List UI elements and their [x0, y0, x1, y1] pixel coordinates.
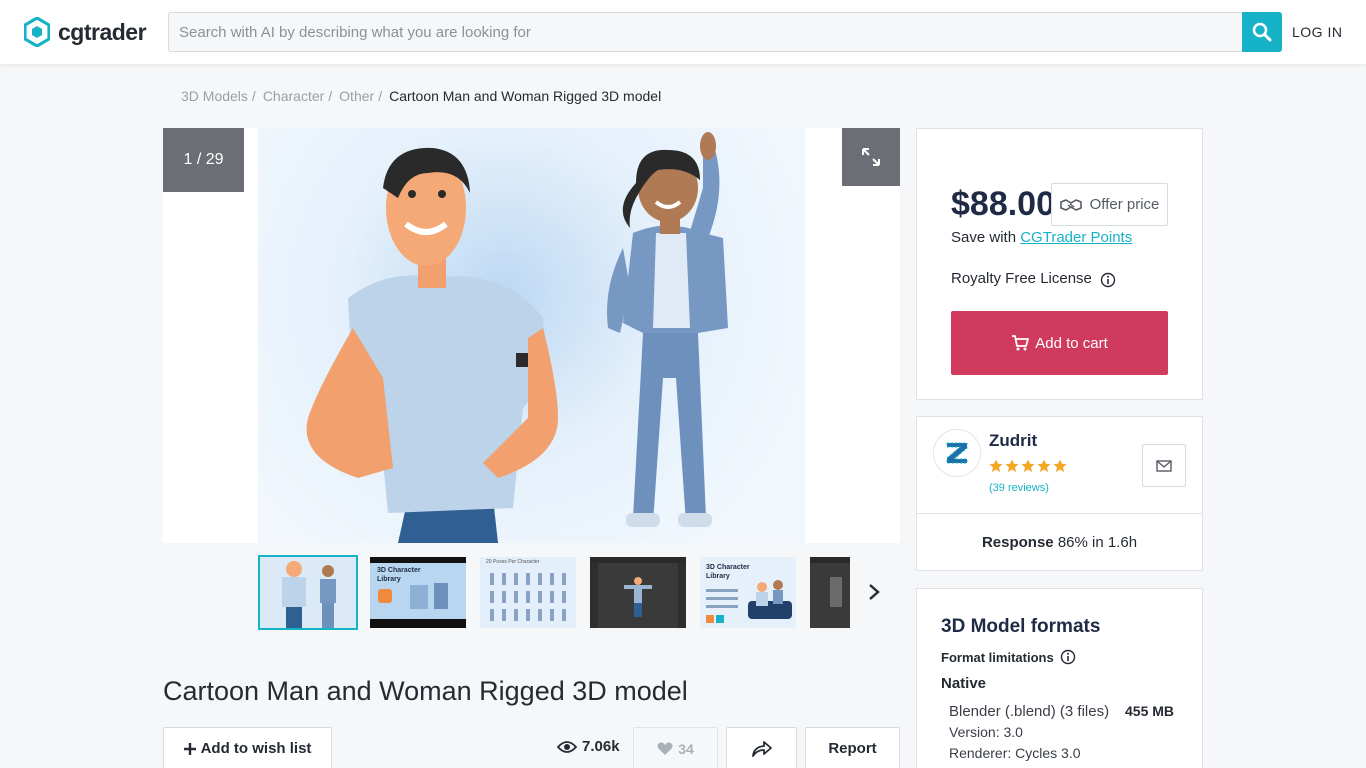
price-card: $88.00 Offer price Save with CGTrader Po… — [916, 128, 1203, 400]
thumbnail-image — [480, 557, 576, 628]
thumbnail-3[interactable]: 20 Poses Per Character — [480, 557, 576, 628]
thumbnail-next-button[interactable] — [862, 580, 886, 604]
thumbnail-image — [590, 557, 686, 628]
format-renderer: Renderer: Cycles 3.0 — [949, 745, 1081, 761]
info-icon[interactable] — [1100, 272, 1116, 288]
thumbnail-1[interactable] — [258, 555, 358, 630]
add-to-wishlist-button[interactable]: Add to wish list — [163, 727, 332, 768]
license-label: Royalty Free License — [951, 270, 1092, 287]
search-button[interactable] — [1242, 12, 1282, 52]
breadcrumb-separator: / — [378, 88, 383, 104]
cart-icon — [1012, 335, 1030, 351]
offer-price-label: Offer price — [1089, 196, 1160, 213]
cgtrader-points-link[interactable]: CGTrader Points — [1020, 229, 1132, 246]
plus-icon — [183, 742, 196, 755]
save-prefix: Save with — [951, 229, 1017, 246]
logo-text: cgtrader — [58, 18, 147, 45]
view-count: 7.06k — [557, 738, 620, 755]
eye-icon — [557, 740, 577, 753]
add-to-cart-button[interactable]: Add to cart — [951, 311, 1168, 375]
info-icon[interactable] — [1060, 649, 1076, 665]
format-file-size: 455 MB — [1125, 703, 1175, 719]
breadcrumb-3d-models[interactable]: 3D Models — [181, 88, 248, 104]
response-label: Response — [981, 534, 1054, 551]
format-limitations-label: Format limitations — [941, 649, 1054, 665]
offer-price-button[interactable]: Offer price — [1051, 183, 1168, 226]
search-icon — [1252, 22, 1272, 42]
seller-name[interactable]: Zudrit — [989, 431, 1037, 451]
man-figure — [306, 147, 558, 543]
fullscreen-button[interactable] — [842, 128, 900, 186]
cgtrader-logo-icon — [24, 17, 50, 47]
site-header: cgtrader LOG IN — [0, 0, 1366, 64]
native-formats-heading: Native — [941, 675, 987, 692]
cartoon-characters-image — [306, 132, 728, 543]
expand-icon — [862, 148, 880, 166]
heart-icon — [657, 742, 673, 755]
star-icon — [1037, 459, 1051, 472]
share-button[interactable] — [726, 727, 797, 768]
main-product-image[interactable] — [258, 128, 805, 543]
share-icon — [751, 740, 772, 757]
format-version: Version: 3.0 — [949, 724, 1023, 740]
breadcrumb-current: Cartoon Man and Woman Rigged 3D model — [389, 88, 662, 104]
format-limitations: Format limitations — [941, 649, 1076, 665]
views-value: 7.06k — [582, 738, 620, 755]
breadcrumb: 3D Models / Character / Other / Cartoon … — [181, 88, 661, 104]
thumbnail-caption: 3D Character Library — [706, 564, 750, 580]
logo[interactable]: cgtrader — [24, 17, 147, 47]
star-icon — [1021, 459, 1035, 472]
search-input[interactable] — [168, 12, 1243, 52]
add-to-cart-label: Add to cart — [1035, 334, 1108, 352]
product-title: Cartoon Man and Woman Rigged 3D model — [163, 676, 688, 706]
thumbnail-caption: 3D Character Library — [377, 567, 421, 583]
response-rate: Response 86% in 1.6h — [917, 534, 1202, 551]
response-value: 86% in 1.6h — [1057, 534, 1138, 551]
message-seller-button[interactable] — [1142, 444, 1186, 487]
thumbnail-strip: 3D Character Library 20 Poses Per Charac… — [258, 555, 850, 630]
formats-title: 3D Model formats — [941, 616, 1101, 637]
chevron-right-icon — [869, 584, 880, 600]
seller-card: Zudrit (39 reviews) Response 86% in 1.6h — [916, 416, 1203, 571]
login-link[interactable]: LOG IN — [1292, 24, 1342, 40]
handshake-icon — [1059, 198, 1082, 211]
save-with-points: Save with CGTrader Points — [951, 229, 1132, 246]
thumbnail-caption: 20 Poses Per Character — [486, 559, 540, 565]
seller-avatar[interactable] — [933, 429, 981, 477]
thumbnail-4[interactable] — [590, 557, 686, 628]
formats-card: 3D Model formats Format limitations Nati… — [916, 588, 1203, 768]
license-info: Royalty Free License — [951, 269, 1116, 288]
divider — [917, 513, 1202, 514]
breadcrumb-character[interactable]: Character — [263, 88, 324, 104]
product-gallery[interactable]: 1 / 29 — [163, 128, 900, 543]
seller-rating — [989, 459, 1067, 473]
thumbnail-image — [810, 557, 850, 628]
product-price: $88.00 — [951, 185, 1055, 223]
envelope-icon — [1156, 459, 1172, 472]
breadcrumb-separator: / — [251, 88, 256, 104]
report-button[interactable]: Report — [805, 727, 900, 768]
seller-reviews-link[interactable]: (39 reviews) — [989, 482, 1049, 494]
thumbnail-2[interactable]: 3D Character Library — [370, 557, 466, 628]
image-counter: 1 / 29 — [163, 128, 244, 192]
thumbnail-5[interactable]: 3D Character Library — [700, 557, 796, 628]
wishlist-label: Add to wish list — [200, 740, 312, 757]
star-icon — [989, 459, 1003, 472]
like-button[interactable]: 34 — [633, 727, 718, 768]
thumbnail-image — [260, 557, 356, 628]
breadcrumb-separator: / — [328, 88, 333, 104]
thumbnail-6[interactable] — [810, 557, 850, 628]
woman-figure — [607, 132, 728, 527]
star-icon — [1053, 459, 1067, 472]
seller-logo-icon — [946, 442, 968, 464]
star-icon — [1005, 459, 1019, 472]
breadcrumb-other[interactable]: Other — [339, 88, 374, 104]
likes-value: 34 — [678, 740, 694, 757]
